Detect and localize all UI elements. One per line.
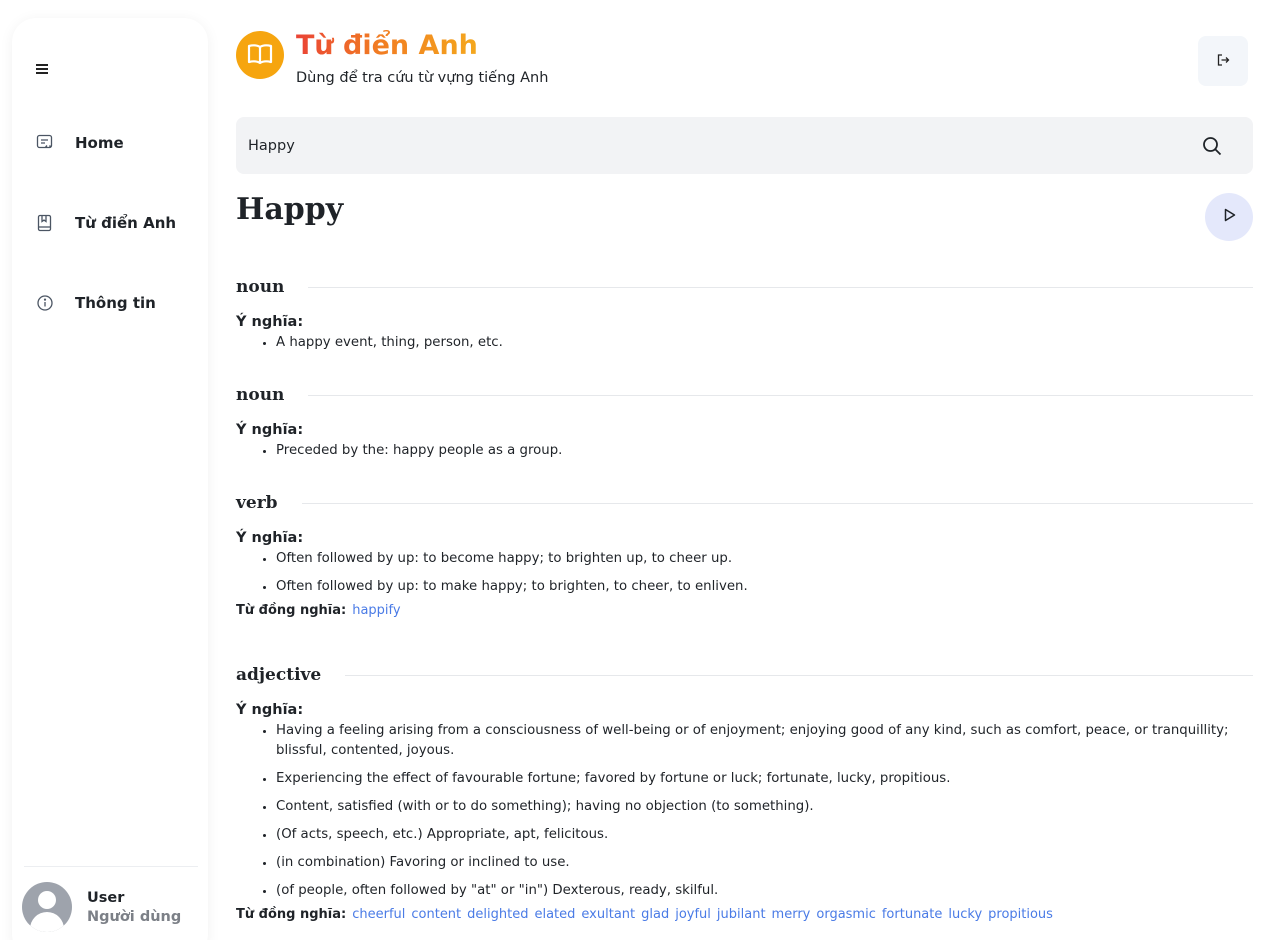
search-input[interactable] — [248, 117, 1148, 174]
synonyms-row: Từ đồng nghĩa: cheerful content delighted el… — [236, 907, 1253, 923]
message-code-icon — [36, 134, 54, 152]
avatar — [22, 882, 72, 932]
divider — [301, 502, 1253, 504]
entry: adjective Ý nghĩa: Having a feeling aris… — [236, 662, 1253, 923]
definition: Often followed by up: to become happy; t… — [276, 549, 1253, 569]
synonym-link[interactable]: jubilant — [717, 907, 766, 922]
divider — [308, 286, 1253, 288]
synonym-link[interactable]: merry — [772, 907, 811, 922]
sidebar-item-dictionary[interactable]: Từ điển Anh — [36, 214, 176, 232]
open-book-icon — [236, 31, 284, 79]
meaning-label: Ý nghĩa: — [236, 422, 304, 438]
definition: A happy event, thing, person, etc. — [276, 333, 1253, 353]
synonym-link[interactable]: cheerful — [352, 907, 405, 922]
user-name: User — [87, 889, 125, 906]
synonyms-label: Từ đồng nghĩa: — [236, 907, 347, 922]
part-of-speech: adjective — [236, 665, 322, 685]
info-circle-icon — [36, 294, 54, 312]
definition: Often followed by up: to make happy; to … — [276, 577, 1253, 597]
divider — [308, 394, 1253, 396]
definitions-list: noun Ý nghĩa: A happy event, thing, pers… — [236, 274, 1253, 923]
word-title: Happy — [236, 192, 344, 227]
app-title: Từ điển Anh — [296, 30, 478, 61]
synonym-link[interactable]: glad — [641, 907, 669, 922]
meaning-label: Ý nghĩa: — [236, 530, 304, 546]
synonym-link[interactable]: exultant — [581, 907, 635, 922]
sidebar-item-label: Home — [75, 134, 124, 152]
definition: Having a feeling arising from a consciou… — [276, 721, 1253, 761]
part-of-speech: verb — [236, 493, 278, 513]
synonym-link[interactable]: lucky — [948, 907, 982, 922]
sidebar-item-home[interactable]: Home — [36, 134, 124, 152]
play-audio-button[interactable] — [1205, 193, 1253, 241]
menu-icon[interactable] — [36, 64, 50, 78]
search-icon[interactable] — [1201, 135, 1223, 157]
sidebar: Home Từ điển Anh Thông tin User Người dù… — [12, 18, 208, 940]
synonym-link[interactable]: propitious — [988, 907, 1053, 922]
meaning-label: Ý nghĩa: — [236, 314, 304, 330]
user-role: Người dùng — [87, 908, 182, 925]
sidebar-item-info[interactable]: Thông tin — [36, 294, 156, 312]
synonym-link[interactable]: delighted — [467, 907, 528, 922]
synonym-link[interactable]: fortunate — [882, 907, 943, 922]
definition: Content, satisfied (with or to do someth… — [276, 797, 1253, 817]
sidebar-item-label: Thông tin — [75, 294, 156, 312]
synonym-link[interactable]: orgasmic — [816, 907, 875, 922]
definition: (in combination) Favoring or inclined to… — [276, 853, 1253, 873]
search-bar — [236, 117, 1253, 174]
user-profile[interactable]: User Người dùng — [22, 882, 181, 932]
bookmark-book-icon — [36, 214, 54, 232]
definition: Experiencing the effect of favourable fo… — [276, 769, 1253, 789]
synonyms-row: Từ đồng nghĩa: happify — [236, 603, 1253, 619]
definition: (of people, often followed by "at" or "i… — [276, 881, 1253, 901]
entry: noun Ý nghĩa: A happy event, thing, pers… — [236, 274, 1253, 382]
synonyms-label: Từ đồng nghĩa: — [236, 603, 347, 618]
divider — [345, 674, 1253, 676]
logout-button[interactable] — [1198, 36, 1248, 86]
app-subtitle: Dùng để tra cứu từ vựng tiếng Anh — [296, 70, 549, 86]
synonym-link[interactable]: joyful — [675, 907, 711, 922]
sidebar-item-label: Từ điển Anh — [75, 214, 177, 232]
synonym-link[interactable]: elated — [534, 907, 575, 922]
part-of-speech: noun — [236, 385, 285, 405]
meaning-label: Ý nghĩa: — [236, 702, 304, 718]
definition: (Of acts, speech, etc.) Appropriate, apt… — [276, 825, 1253, 845]
synonym-link[interactable]: content — [411, 907, 461, 922]
entry: verb Ý nghĩa: Often followed by up: to b… — [236, 490, 1253, 662]
synonym-link[interactable]: happify — [352, 603, 400, 618]
definition: Preceded by the: happy people as a group… — [276, 441, 1253, 461]
divider — [24, 866, 198, 867]
play-icon — [1221, 207, 1237, 227]
part-of-speech: noun — [236, 277, 285, 297]
logout-icon — [1216, 52, 1230, 71]
entry: noun Ý nghĩa: Preceded by the: happy peo… — [236, 382, 1253, 490]
